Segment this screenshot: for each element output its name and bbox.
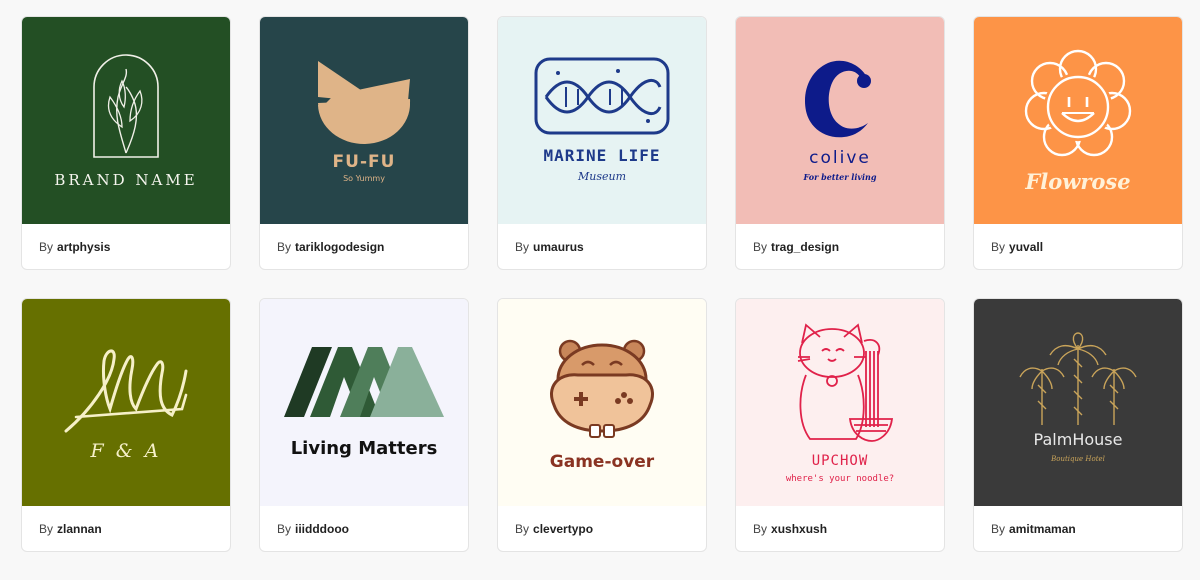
- logo-card[interactable]: Flowrose By yuvall: [973, 16, 1183, 270]
- logo-thumbnail[interactable]: FU-FU So Yummy: [260, 17, 468, 224]
- logo-thumbnail[interactable]: MARINE LIFE Museum: [498, 17, 706, 224]
- logo-card[interactable]: PalmHouse Boutique Hotel By amitmaman: [973, 298, 1183, 552]
- logo-card[interactable]: colive For better living By trag_design: [735, 16, 945, 270]
- logo-thumbnail[interactable]: colive For better living: [736, 17, 944, 224]
- card-footer: By zlannan: [22, 506, 230, 551]
- dna-logo: MARINE LIFE Museum: [534, 57, 670, 183]
- logo-thumbnail[interactable]: PalmHouse Boutique Hotel: [974, 299, 1182, 506]
- author-link[interactable]: amitmaman: [1009, 522, 1076, 536]
- card-footer: By clevertypo: [498, 506, 706, 551]
- logo-thumbnail[interactable]: F & A: [22, 299, 230, 506]
- stripes-m-logo: Living Matters: [284, 347, 444, 459]
- logo-text: F & A: [90, 440, 162, 462]
- plant-arch-logo: BRAND NAME: [54, 54, 197, 189]
- card-footer: By tariklogodesign: [260, 224, 468, 269]
- flower-face-logo: Flowrose: [1024, 49, 1132, 194]
- by-prefix: By: [277, 521, 292, 536]
- logo-subtitle: where's your noodle?: [786, 474, 894, 484]
- signature-monogram-logo: F & A: [64, 349, 188, 462]
- by-prefix: By: [753, 521, 768, 536]
- logo-subtitle: Museum: [577, 170, 626, 183]
- by-prefix: By: [39, 239, 54, 254]
- logo-thumbnail[interactable]: UPCHOW where's your noodle?: [736, 299, 944, 506]
- logo-text: FU-FU: [333, 152, 396, 172]
- card-footer: By iiidddooo: [260, 506, 468, 551]
- logo-text: PalmHouse: [1034, 430, 1123, 449]
- logo-subtitle: Boutique Hotel: [1050, 455, 1105, 463]
- by-prefix: By: [39, 521, 54, 536]
- lucky-cat-noodle-logo: UPCHOW where's your noodle?: [786, 323, 894, 484]
- logo-thumbnail[interactable]: Flowrose: [974, 17, 1182, 224]
- logo-thumbnail[interactable]: Game-over: [498, 299, 706, 506]
- hippo-gamepad-logo: Game-over: [550, 339, 655, 472]
- c-letter-logo: colive For better living: [803, 60, 877, 182]
- author-link[interactable]: clevertypo: [533, 522, 593, 536]
- by-prefix: By: [991, 239, 1006, 254]
- card-footer: By artphysis: [22, 224, 230, 269]
- card-footer: By umaurus: [498, 224, 706, 269]
- logo-card[interactable]: UPCHOW where's your noodle? By xushxush: [735, 298, 945, 552]
- logo-thumbnail[interactable]: BRAND NAME: [22, 17, 230, 224]
- card-footer: By trag_design: [736, 224, 944, 269]
- logo-card[interactable]: MARINE LIFE Museum By umaurus: [497, 16, 707, 270]
- by-prefix: By: [515, 239, 530, 254]
- logo-card[interactable]: F & A By zlannan: [21, 298, 231, 552]
- author-link[interactable]: yuvall: [1009, 240, 1043, 254]
- author-link[interactable]: trag_design: [771, 240, 839, 254]
- card-footer: By xushxush: [736, 506, 944, 551]
- logo-text: UPCHOW: [812, 453, 869, 469]
- logo-card[interactable]: FU-FU So Yummy By tariklogodesign: [259, 16, 469, 270]
- logo-gallery-grid: BRAND NAME By artphysis FU-FU So Yummy B…: [0, 0, 1200, 580]
- author-link[interactable]: iiidddooo: [295, 522, 349, 536]
- card-footer: By yuvall: [974, 224, 1182, 269]
- palm-trees-logo: PalmHouse Boutique Hotel: [1019, 332, 1137, 463]
- logo-text: Flowrose: [1024, 169, 1130, 194]
- logo-subtitle: So Yummy: [343, 174, 385, 183]
- author-link[interactable]: artphysis: [57, 240, 110, 254]
- logo-thumbnail[interactable]: Living Matters: [260, 299, 468, 506]
- logo-card[interactable]: Game-over By clevertypo: [497, 298, 707, 552]
- by-prefix: By: [991, 521, 1006, 536]
- author-link[interactable]: tariklogodesign: [295, 240, 384, 254]
- logo-card[interactable]: Living Matters By iiidddooo: [259, 298, 469, 552]
- logo-card[interactable]: BRAND NAME By artphysis: [21, 16, 231, 270]
- bowl-logo: FU-FU So Yummy: [318, 61, 411, 183]
- author-link[interactable]: umaurus: [533, 240, 584, 254]
- by-prefix: By: [277, 239, 292, 254]
- logo-subtitle: For better living: [803, 172, 877, 182]
- logo-text: Game-over: [550, 452, 655, 472]
- by-prefix: By: [515, 521, 530, 536]
- logo-text: MARINE LIFE: [544, 146, 661, 165]
- card-footer: By amitmaman: [974, 506, 1182, 551]
- logo-text: Living Matters: [291, 438, 438, 459]
- author-link[interactable]: zlannan: [57, 522, 102, 536]
- logo-text: colive: [809, 148, 871, 168]
- by-prefix: By: [753, 239, 768, 254]
- logo-text: BRAND NAME: [54, 171, 197, 189]
- author-link[interactable]: xushxush: [771, 522, 827, 536]
